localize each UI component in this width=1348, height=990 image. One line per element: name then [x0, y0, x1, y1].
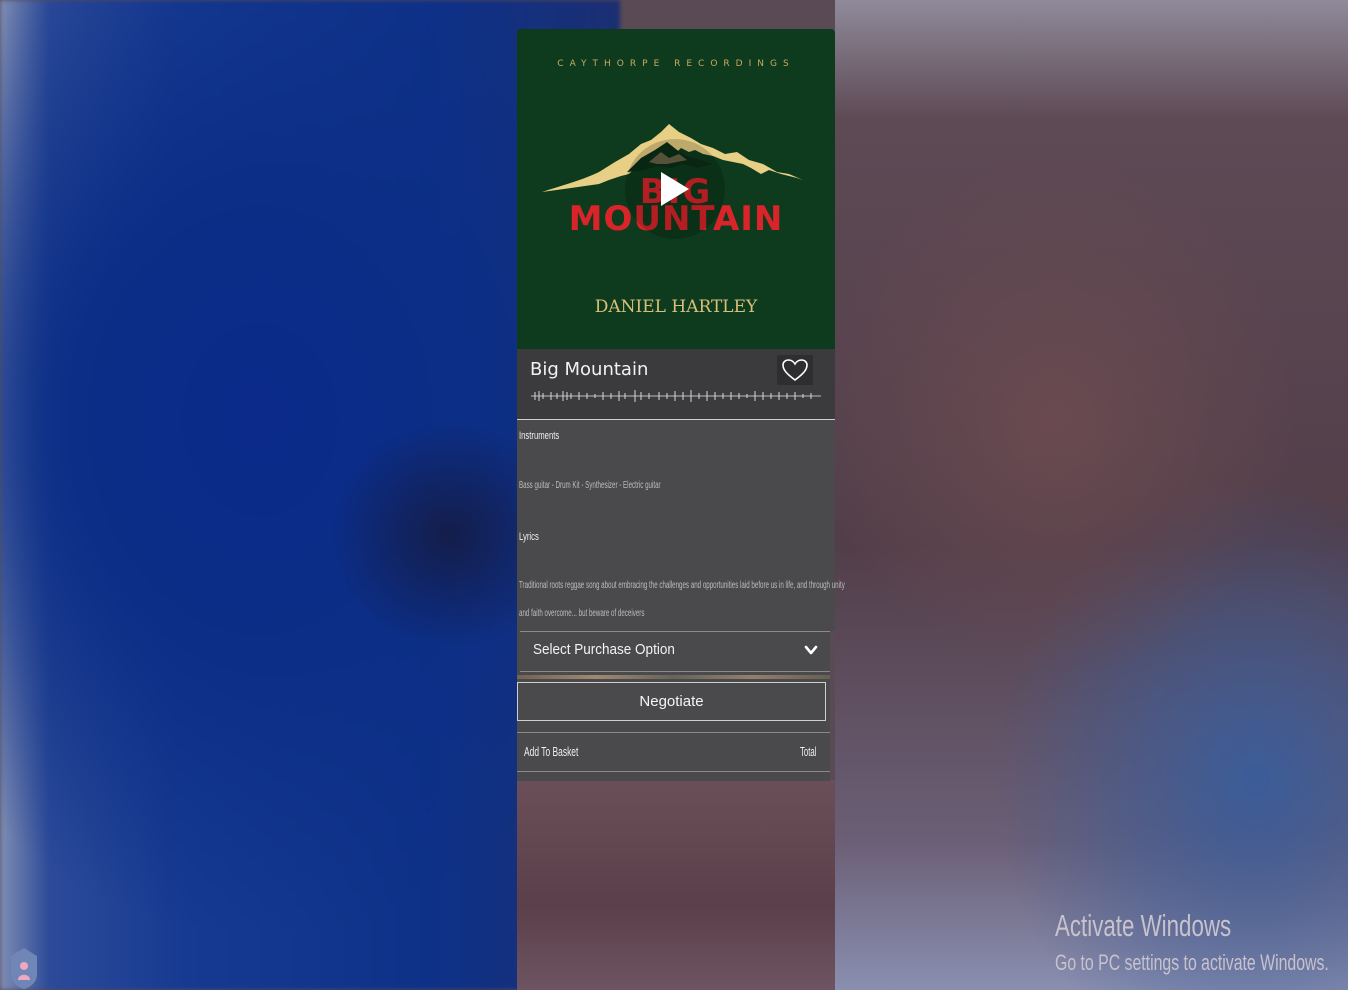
background-bottom: [517, 780, 835, 990]
heart-icon: [782, 359, 808, 382]
record-label: CAYTHORPE RECORDINGS: [557, 59, 795, 69]
lyrics-heading: Lyrics: [519, 531, 539, 543]
activate-windows-subtitle: Go to PC settings to activate Windows.: [1055, 950, 1329, 975]
album-cover[interactable]: CAYTHORPE RECORDINGS BIG MOUNTAIN DANIEL…: [517, 29, 835, 349]
instruments-text: Bass guitar - Drum Kit - Synthesizer - E…: [519, 480, 661, 491]
play-icon: [661, 172, 689, 206]
lyrics-text-line1: Traditional roots reggae song about embr…: [519, 580, 845, 591]
track-card: CAYTHORPE RECORDINGS BIG MOUNTAIN DANIEL…: [517, 29, 845, 781]
total-label: Total: [799, 744, 816, 759]
purchase-option-label: Select Purchase Option: [533, 641, 675, 658]
background-right: [835, 0, 1348, 990]
waveform[interactable]: [531, 388, 821, 404]
add-to-basket-button[interactable]: Add To Basket: [524, 744, 578, 759]
activate-windows-title: Activate Windows: [1055, 908, 1232, 943]
divider-strip: [517, 675, 830, 679]
track-header: Big Mountain: [517, 349, 835, 420]
purchase-option-select[interactable]: Select Purchase Option: [520, 631, 830, 672]
track-details: Instruments Bass guitar - Drum Kit - Syn…: [517, 420, 845, 631]
user-shield-icon[interactable]: [9, 946, 39, 990]
instruments-heading: Instruments: [519, 430, 560, 442]
basket-row: Add To Basket Total: [517, 732, 830, 772]
track-title: Big Mountain: [530, 359, 649, 380]
play-button[interactable]: [625, 139, 725, 239]
negotiate-button[interactable]: Negotiate: [517, 682, 826, 721]
chevron-down-icon: [804, 645, 818, 655]
lyrics-text-line2: and faith overcome... but beware of dece…: [519, 608, 645, 619]
favorite-button[interactable]: [777, 355, 813, 385]
artist-name: DANIEL HARTLEY: [594, 297, 758, 317]
purchase-section: Select Purchase Option Negotiate Add To …: [517, 631, 830, 781]
